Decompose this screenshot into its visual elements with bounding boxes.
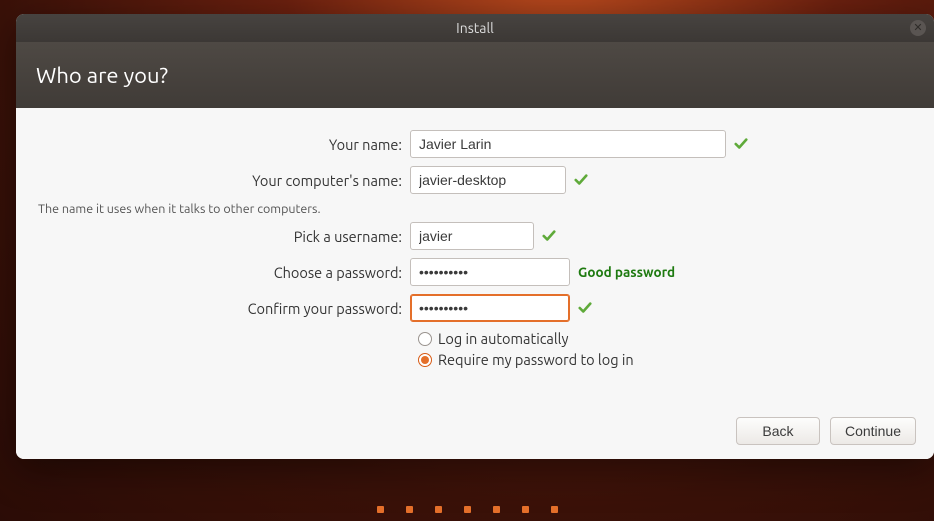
radio-auto-login-label: Log in automatically: [438, 330, 568, 347]
row-hostname-hint: The name it uses when it talks to other …: [36, 202, 914, 222]
progress-dot: [551, 506, 558, 513]
titlebar[interactable]: Install ✕: [16, 14, 934, 42]
radio-icon: [418, 353, 432, 367]
label-name: Your name:: [36, 136, 410, 153]
radio-icon: [418, 332, 432, 346]
username-input[interactable]: [410, 222, 534, 250]
password-strength: Good password: [578, 264, 675, 280]
confirm-password-input[interactable]: [410, 294, 570, 322]
footer: Back Continue: [16, 403, 934, 459]
check-icon: [578, 301, 592, 315]
progress-dot: [522, 506, 529, 513]
page-heading-bar: Who are you?: [16, 42, 934, 108]
name-input[interactable]: [410, 130, 726, 158]
password-input[interactable]: [410, 258, 570, 286]
radio-require-password-label: Require my password to log in: [438, 351, 634, 368]
form-content: Your name: Your computer's name: The nam…: [16, 108, 934, 403]
label-confirm: Confirm your password:: [36, 300, 410, 317]
label-username: Pick a username:: [36, 228, 410, 245]
row-confirm: Confirm your password:: [36, 294, 914, 322]
label-hostname: Your computer's name:: [36, 172, 410, 189]
progress-dot: [464, 506, 471, 513]
check-icon: [542, 229, 556, 243]
hostname-hint: The name it uses when it talks to other …: [36, 202, 321, 222]
close-icon[interactable]: ✕: [910, 20, 926, 36]
label-password: Choose a password:: [36, 264, 410, 281]
row-username: Pick a username:: [36, 222, 914, 250]
page-title: Who are you?: [36, 63, 168, 88]
progress-dot: [406, 506, 413, 513]
row-password: Choose a password: Good password: [36, 258, 914, 286]
progress-dots: [0, 506, 934, 513]
check-icon: [734, 137, 748, 151]
progress-dot: [493, 506, 500, 513]
progress-dot: [377, 506, 384, 513]
back-button[interactable]: Back: [736, 417, 820, 445]
row-hostname: Your computer's name:: [36, 166, 914, 194]
continue-button[interactable]: Continue: [830, 417, 916, 445]
window-title: Install: [456, 20, 494, 36]
radio-require-password[interactable]: Require my password to log in: [418, 351, 914, 368]
row-name: Your name:: [36, 130, 914, 158]
installer-window: Install ✕ Who are you? Your name: Your c…: [16, 14, 934, 459]
radio-auto-login[interactable]: Log in automatically: [418, 330, 914, 347]
progress-dot: [435, 506, 442, 513]
check-icon: [574, 173, 588, 187]
hostname-input[interactable]: [410, 166, 566, 194]
login-options: Log in automatically Require my password…: [418, 330, 914, 368]
